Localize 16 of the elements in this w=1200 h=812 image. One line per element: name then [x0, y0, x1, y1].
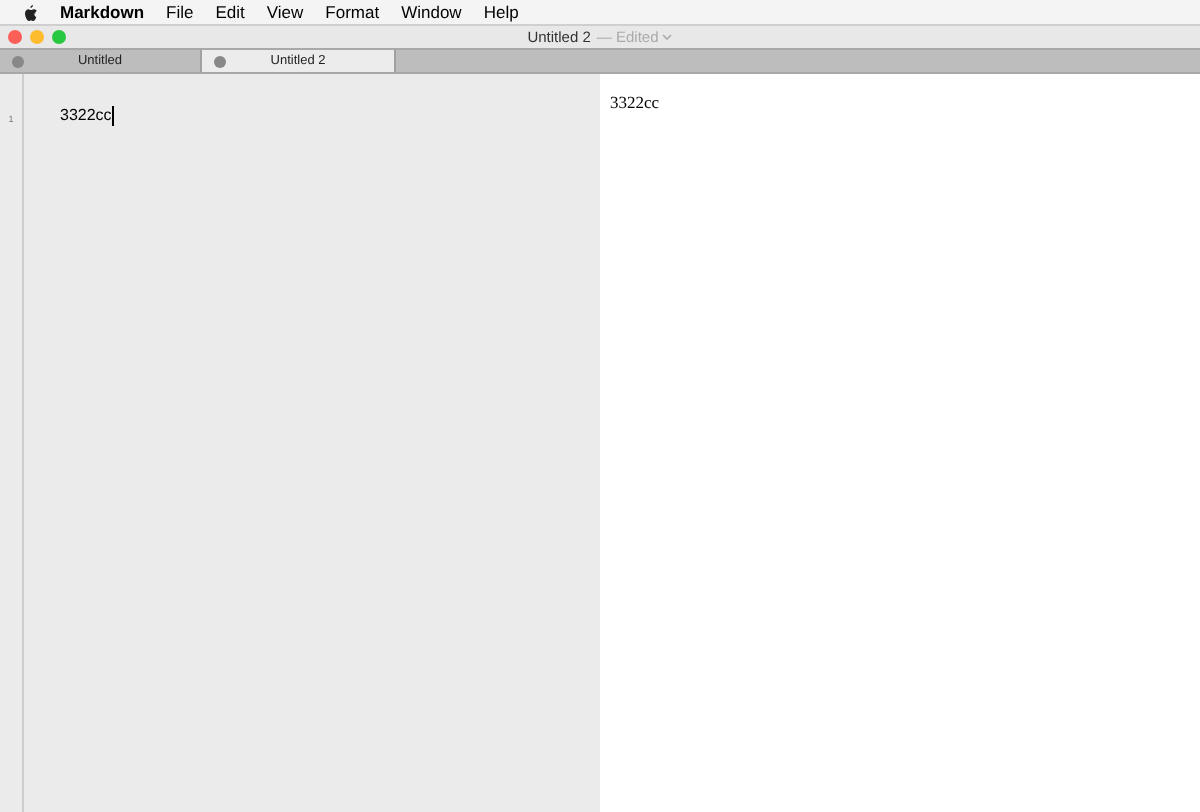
app-menu[interactable]: Markdown: [60, 0, 145, 25]
apple-logo-icon[interactable]: [22, 3, 38, 21]
menu-item[interactable]: View: [266, 0, 304, 25]
chevron-down-icon[interactable]: [662, 34, 673, 40]
close-button[interactable]: [8, 30, 22, 44]
zoom-button[interactable]: [52, 30, 66, 44]
close-tab-icon[interactable]: [12, 55, 24, 67]
menu-item[interactable]: Edit: [215, 0, 245, 25]
close-tab-icon[interactable]: [214, 55, 226, 67]
editor-text: 3322cc: [60, 104, 112, 128]
menu-item[interactable]: File: [166, 0, 194, 25]
menu-item[interactable]: Window: [401, 0, 462, 25]
preview-text: 3322cc: [610, 90, 662, 116]
menu-item[interactable]: Format: [325, 0, 380, 25]
minimize-button[interactable]: [30, 30, 44, 44]
menu-item[interactable]: Help: [483, 0, 519, 25]
